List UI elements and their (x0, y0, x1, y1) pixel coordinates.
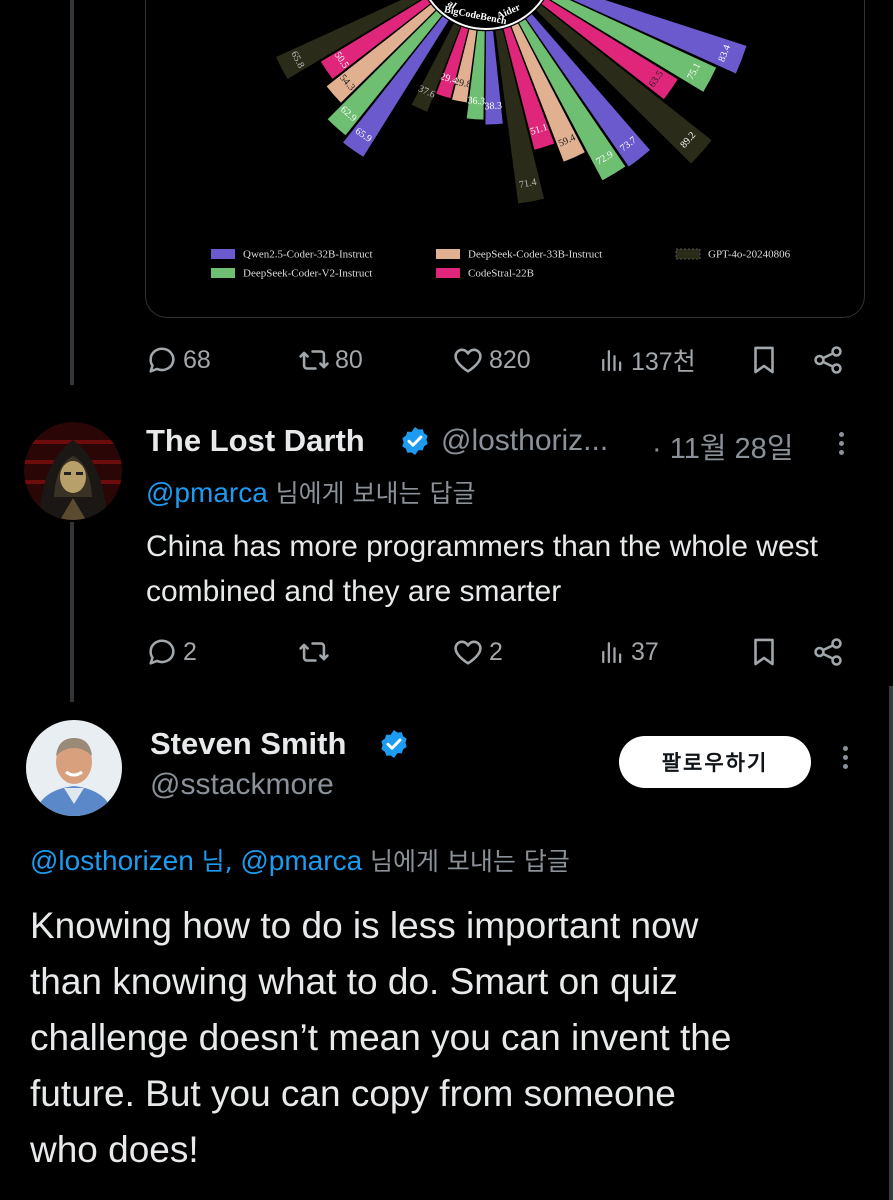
reply-count: 68 (183, 345, 211, 374)
mention-link[interactable]: @losthorizen (30, 845, 194, 876)
bookmark-icon (754, 346, 774, 374)
like-button[interactable]: 820 (451, 340, 531, 380)
avatar[interactable] (24, 422, 122, 520)
views-button[interactable]: 137천 (597, 340, 696, 380)
more-options-icon[interactable] (839, 430, 844, 457)
share-button[interactable] (811, 340, 845, 380)
reply-count: 2 (183, 637, 197, 666)
share-icon (814, 346, 842, 374)
replying-to: @pmarca 님에게 보내는 답글 (146, 474, 475, 510)
action-bar: 2 2 37 (145, 632, 855, 672)
legend-label: CodeStral-22B (468, 268, 534, 280)
views-count: 37 (631, 637, 659, 666)
replying-to-suffix: 님에게 보내는 답글 (369, 847, 570, 876)
post-text-line: who does! (30, 1129, 199, 1170)
mention-link[interactable]: @pmarca (146, 477, 268, 508)
replying-to: @losthorizen 님, @pmarca 님에게 보내는 답글 (30, 842, 570, 878)
mention-separator: 님, (201, 847, 233, 876)
author-name[interactable]: The Lost Darth (146, 423, 365, 459)
post-text-line: Knowing how to do is less important now (30, 905, 699, 946)
legend-label: GPT-4o-20240806 (708, 249, 791, 261)
author-handle[interactable]: @sstackmore (150, 768, 334, 802)
legend-swatch (436, 268, 460, 278)
heart-icon (454, 640, 482, 665)
legend-swatch (675, 248, 701, 260)
category-label: Aider (495, 2, 522, 22)
verified-badge-icon (381, 730, 407, 758)
post-text-line: challenge doesn’t mean you can invent th… (30, 1017, 732, 1058)
more-options-icon[interactable] (843, 744, 848, 771)
views-button[interactable]: 37 (597, 632, 659, 672)
repost-icon (299, 350, 329, 370)
post-text: China has more programmers than the whol… (146, 530, 818, 608)
media-card[interactable]: 65.9 62.9 54.3 50.5 65.8 38.3 36.3 29.8 29.4 37.6… (145, 0, 865, 318)
share-button[interactable] (811, 632, 845, 672)
avatar[interactable] (26, 720, 122, 816)
like-button[interactable]: 2 (451, 632, 503, 672)
legend-label: DeepSeek-Coder-33B-Instruct (468, 249, 602, 261)
reply-button[interactable]: 2 (145, 632, 197, 672)
post-text-line: future. But you can copy from someone (30, 1073, 676, 1114)
views-count: 137천 (631, 348, 696, 376)
legend-swatch (436, 249, 460, 259)
post-text: Knowing how to do is less important now … (30, 898, 880, 1178)
legend-swatch (211, 268, 235, 278)
thread-line (70, 0, 74, 385)
legend-label: DeepSeek-Coder-V2-Instruct (243, 268, 372, 280)
mention-link[interactable]: @pmarca (240, 845, 362, 876)
action-bar: 68 80 820 137천 (145, 340, 855, 380)
views-icon (602, 350, 622, 372)
post-timestamp[interactable]: · 11월 28일 (652, 425, 794, 467)
bookmark-button[interactable] (747, 632, 781, 672)
post-text-line: than knowing what to do. Smart on quiz (30, 961, 678, 1002)
scrollbar[interactable] (889, 686, 893, 1200)
repost-count: 80 (335, 345, 363, 374)
share-icon (814, 638, 842, 666)
bigcodebench-bar-value: 36.3 (467, 95, 485, 107)
bookmark-icon (754, 638, 774, 666)
like-count: 820 (489, 345, 531, 374)
avatar-image (26, 720, 122, 816)
radial-bar-chart: 65.962.954.350.565.838.336.329.829.437.6… (211, 0, 791, 280)
author-name[interactable]: Steven Smith (150, 726, 346, 762)
follow-button[interactable]: 팔로우하기 (619, 736, 811, 788)
heart-icon (454, 348, 482, 373)
like-count: 2 (489, 637, 503, 666)
repost-icon (299, 642, 329, 662)
bigcodebench-bar-value: 38.3 (484, 101, 502, 113)
reply-icon (149, 347, 175, 373)
reply-icon (149, 639, 175, 665)
reply-button[interactable]: 68 (145, 340, 211, 380)
legend-swatch (211, 249, 235, 259)
legend-label: Qwen2.5-Coder-32B-Instruct (243, 249, 373, 261)
thread-line (70, 522, 74, 702)
views-icon (602, 642, 622, 664)
avatar-image (24, 422, 122, 520)
bookmark-button[interactable] (747, 340, 781, 380)
repost-button[interactable] (297, 632, 335, 672)
author-handle[interactable]: @losthoriz... (441, 424, 608, 458)
verified-badge-icon (402, 427, 428, 455)
replying-to-suffix: 님에게 보내는 답글 (275, 479, 476, 508)
repost-button[interactable]: 80 (297, 340, 363, 380)
